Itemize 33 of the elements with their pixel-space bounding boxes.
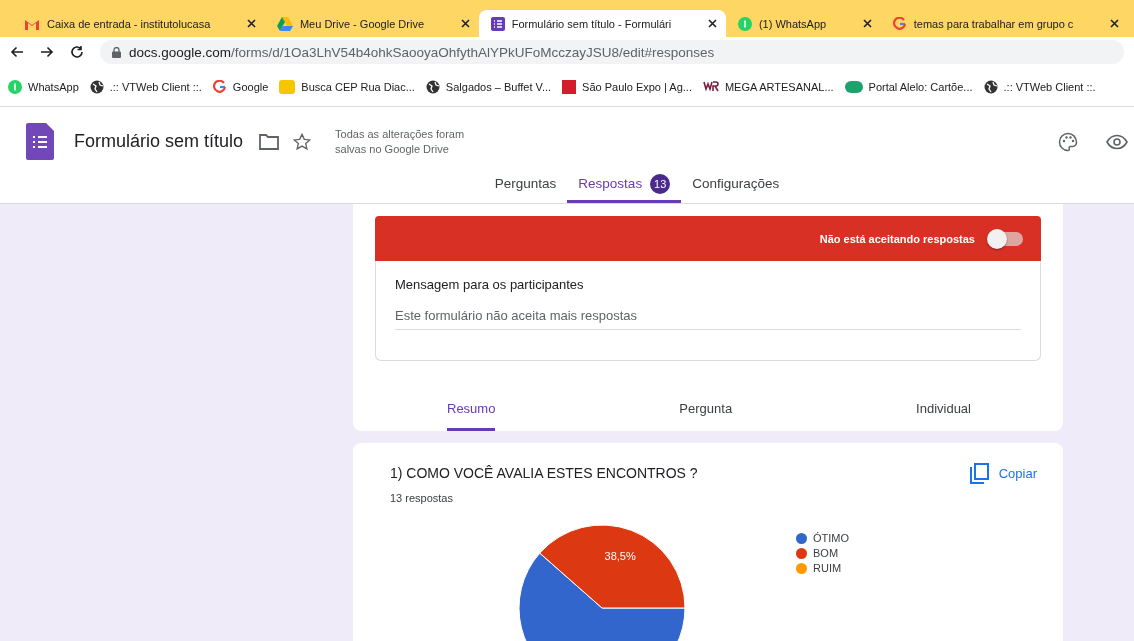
bookmark[interactable]: São Paulo Expo | Ag... bbox=[562, 79, 692, 94]
bookmark[interactable]: Salgados – Buffet V... bbox=[425, 79, 552, 94]
bookmark[interactable]: Portal Alelo: Cartõe... bbox=[844, 80, 973, 93]
message-label: Mensagem para os participantes bbox=[395, 277, 585, 292]
message-field[interactable]: Este formulário não aceita mais respostas bbox=[395, 308, 1021, 330]
count-badge: 13 bbox=[650, 174, 671, 195]
bookmark[interactable]: MEGA ARTESANAL... bbox=[702, 79, 834, 94]
bookmark[interactable]: Busca CEP Rua Diac... bbox=[279, 79, 415, 94]
legend-label: ÓTIMO bbox=[813, 532, 850, 544]
browser-tab[interactable]: Meu Drive - Google Drive bbox=[264, 10, 479, 37]
legend-label: BOM bbox=[813, 547, 839, 559]
browser-tab[interactable]: Caixa de entrada - institutolucasa bbox=[12, 10, 265, 37]
browser-tab[interactable]: (1) WhatsApp bbox=[725, 10, 881, 37]
legend-label: RUIM bbox=[813, 562, 842, 574]
browser-tab[interactable]: temas para trabalhar em grupo c bbox=[880, 10, 1129, 37]
banner-text: Não está aceitando respostas bbox=[819, 232, 975, 245]
response-count: 13 respostas bbox=[390, 492, 454, 504]
question-title: 1) COMO VOCÊ AVALIA ESTES ENCONTROS ? bbox=[390, 465, 699, 481]
save-status: Todas as alterações foram salvas no Google Drive bbox=[335, 126, 466, 157]
form-tab[interactable]: Perguntas bbox=[483, 176, 568, 203]
bookmark[interactable]: Google bbox=[212, 79, 269, 94]
view-tab[interactable]: Resumo bbox=[447, 391, 496, 431]
bookmark[interactable]: .:: VTWeb Client ::. bbox=[89, 79, 202, 94]
form-tab[interactable]: Configurações bbox=[681, 176, 791, 203]
form-title[interactable]: Formulário sem título bbox=[74, 131, 244, 153]
address-bar[interactable]: docs.google.com/forms/d/1Oa3LhV54b4ohkSaooyaOhfythAlYPkUFoMcczayJSU8/edit#responses bbox=[100, 40, 1124, 64]
browser-tab[interactable]: Formulário sem título - Formulári bbox=[478, 10, 726, 37]
bookmark[interactable]: .:: VTWeb Client ::. bbox=[983, 79, 1096, 94]
view-tab[interactable]: Individual bbox=[916, 391, 971, 431]
copy-button[interactable]: Copiar bbox=[969, 463, 1037, 484]
view-tab[interactable]: Pergunta bbox=[679, 391, 733, 431]
slice-label: 38,5% bbox=[604, 549, 636, 562]
bookmark[interactable]: WhatsApp bbox=[8, 79, 79, 94]
